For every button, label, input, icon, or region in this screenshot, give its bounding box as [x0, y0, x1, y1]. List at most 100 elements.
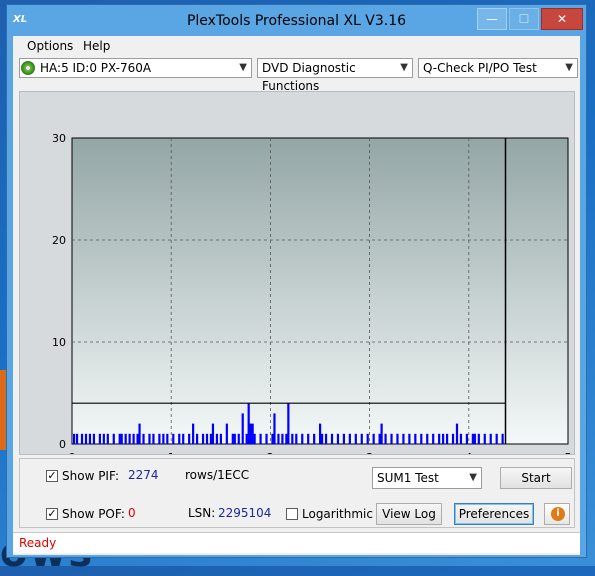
- data-bar: [98, 433, 101, 444]
- data-bar: [285, 433, 288, 444]
- close-button[interactable]: ✕: [541, 8, 583, 30]
- x-tick-label: 0: [69, 451, 76, 454]
- y-tick-label: 20: [52, 234, 66, 247]
- data-bar: [402, 433, 405, 444]
- data-bar: [128, 433, 131, 444]
- data-bar: [271, 433, 274, 444]
- data-bar: [172, 433, 175, 444]
- data-bar: [209, 433, 213, 444]
- show-pif-label: Show PIF:: [62, 469, 119, 483]
- data-bar: [495, 433, 498, 444]
- data-bar: [88, 433, 92, 444]
- logarithmic-checkbox[interactable]: [286, 508, 298, 520]
- data-bar: [330, 433, 334, 444]
- status-bar: Ready: [13, 532, 580, 553]
- data-bar: [80, 433, 84, 444]
- data-bar: [253, 433, 256, 444]
- data-bar: [188, 433, 191, 444]
- preferences-button[interactable]: Preferences: [454, 503, 534, 525]
- x-tick-label: 5: [565, 451, 572, 454]
- test-select-value: Q-Check PI/PO Test: [423, 61, 537, 75]
- pif-value: 2274: [128, 468, 159, 482]
- data-bar: [408, 433, 411, 444]
- x-tick-label: 4: [465, 451, 472, 454]
- data-bar: [106, 433, 109, 444]
- plot-area: [71, 137, 569, 445]
- maximize-button[interactable]: ☐: [509, 8, 539, 30]
- data-bar: [320, 433, 324, 444]
- status-text: Ready: [19, 536, 57, 550]
- controls-panel: ✓ Show PIF: 2274 rows/1ECC SUM1 Test ▼ S…: [19, 458, 575, 528]
- data-bar: [384, 433, 387, 444]
- data-bar: [247, 403, 250, 444]
- data-bar: [372, 433, 375, 444]
- data-bar: [195, 433, 199, 444]
- function-select-value: DVD Diagnostic Functions: [262, 61, 356, 93]
- menu-help[interactable]: Help: [83, 39, 110, 53]
- x-tick-label: 3: [366, 451, 373, 454]
- data-bar: [324, 433, 328, 444]
- data-bar: [124, 433, 127, 444]
- data-bar: [291, 433, 294, 444]
- test-select[interactable]: Q-Check PI/PO Test ▼: [418, 58, 578, 78]
- drive-select[interactable]: HA:5 ID:0 PX-760A ▼: [19, 58, 252, 78]
- data-bar: [342, 433, 346, 444]
- data-bar: [477, 433, 480, 444]
- data-bar: [473, 433, 476, 444]
- data-bar: [287, 403, 290, 444]
- data-bar: [178, 433, 181, 444]
- data-bar: [420, 433, 423, 444]
- disc-drive-icon: [21, 61, 35, 75]
- data-bar: [380, 423, 383, 444]
- data-bar: [75, 433, 79, 444]
- pi-po-chart: 0 1 2 3 4 5 0 10 20 30: [19, 91, 575, 455]
- y-tick-label: 30: [52, 132, 66, 145]
- function-select[interactable]: DVD Diagnostic Functions ▼: [257, 58, 413, 93]
- data-bar: [231, 433, 234, 444]
- data-bar: [136, 433, 139, 444]
- check-icon: ✓: [47, 507, 57, 520]
- data-bar: [92, 433, 96, 444]
- start-button[interactable]: Start: [500, 467, 572, 489]
- data-bar: [205, 433, 209, 444]
- data-bar: [132, 433, 135, 444]
- data-bar: [138, 423, 141, 444]
- data-bar: [438, 433, 441, 444]
- show-pif-checkbox[interactable]: ✓: [46, 470, 58, 482]
- x-tick-label: 2: [267, 451, 274, 454]
- data-bar: [396, 433, 399, 444]
- data-bar: [414, 433, 417, 444]
- data-bar: [471, 433, 474, 444]
- data-bar: [489, 433, 492, 444]
- info-button[interactable]: i: [544, 503, 570, 525]
- data-bar: [313, 433, 316, 444]
- data-bar: [390, 433, 393, 444]
- x-tick-label: 1: [168, 451, 175, 454]
- show-pof-checkbox[interactable]: ✓: [46, 508, 58, 520]
- title-bar[interactable]: XL PlexTools Professional XL V3.16 — ☐ ✕: [7, 5, 586, 37]
- data-bar: [277, 433, 280, 444]
- chevron-down-icon: ▼: [400, 62, 408, 73]
- data-bar: [192, 423, 195, 444]
- show-pof-label: Show POF:: [62, 507, 125, 521]
- sum-test-select[interactable]: SUM1 Test ▼: [372, 467, 482, 489]
- data-bar: [273, 413, 276, 444]
- data-bar: [259, 433, 262, 444]
- lsn-label: LSN:: [188, 506, 216, 520]
- data-bar: [445, 433, 449, 444]
- minimize-button[interactable]: —: [477, 8, 507, 30]
- data-bar: [158, 433, 161, 444]
- data-bar: [182, 433, 185, 444]
- view-log-button[interactable]: View Log: [376, 503, 442, 525]
- logarithmic-label: Logarithmic: [302, 507, 373, 521]
- data-bar: [295, 433, 298, 444]
- data-bar: [307, 433, 310, 444]
- data-bar: [201, 433, 205, 444]
- menu-options[interactable]: Options: [27, 39, 73, 53]
- data-bar: [215, 433, 219, 444]
- data-bar: [455, 423, 459, 444]
- data-bar: [249, 423, 252, 444]
- data-bar: [211, 423, 215, 444]
- data-bar: [233, 433, 236, 444]
- pof-value: 0: [128, 506, 136, 520]
